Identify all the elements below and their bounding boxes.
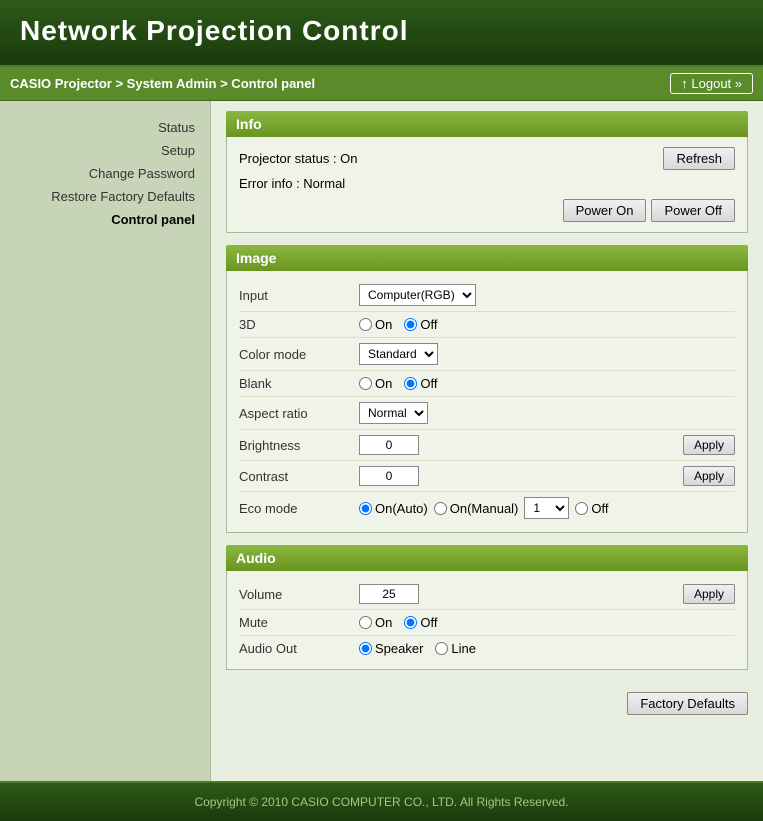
contrast-apply-button[interactable]: Apply	[683, 466, 735, 486]
breadcrumb-bar: CASIO Projector > System Admin > Control…	[0, 67, 763, 101]
info-section-header: Info	[226, 111, 748, 137]
audio-out-line-radio[interactable]	[435, 642, 448, 655]
factory-defaults-area: Factory Defaults	[226, 682, 748, 725]
aspect-ratio-select[interactable]: Normal 4:3 16:9 Full	[359, 402, 428, 424]
audio-out-field-row: Audio Out Speaker Line	[239, 636, 735, 661]
brightness-control: Apply	[359, 435, 735, 455]
audio-out-speaker-radio[interactable]	[359, 642, 372, 655]
audio-section-header: Audio	[226, 545, 748, 571]
image-section: Image Input Computer(RGB) HDMI Video	[226, 245, 748, 533]
image-body: Input Computer(RGB) HDMI Video 3D	[226, 271, 748, 533]
audio-section: Audio Volume Apply Mute On	[226, 545, 748, 670]
brightness-apply-button[interactable]: Apply	[683, 435, 735, 455]
eco-mode-manual-radio[interactable]	[434, 502, 447, 515]
3d-field-row: 3D On Off	[239, 312, 735, 338]
volume-label: Volume	[239, 587, 359, 602]
breadcrumb: CASIO Projector > System Admin > Control…	[10, 76, 315, 91]
contrast-control: Apply	[359, 466, 735, 486]
eco-mode-auto-option[interactable]: On(Auto)	[359, 501, 428, 516]
eco-mode-field-row: Eco mode On(Auto) On(Manual) 1 2	[239, 492, 735, 524]
mute-field-row: Mute On Off	[239, 610, 735, 636]
eco-mode-off-radio[interactable]	[575, 502, 588, 515]
mute-off-radio[interactable]	[404, 616, 417, 629]
main-layout: Status Setup Change Password Restore Fac…	[0, 101, 763, 781]
3d-off-option[interactable]: Off	[404, 317, 437, 332]
refresh-button[interactable]: Refresh	[663, 147, 735, 170]
blank-control: On Off	[359, 376, 735, 391]
footer: Copyright © 2010 CASIO COMPUTER CO., LTD…	[0, 781, 763, 821]
sidebar-item-status[interactable]: Status	[0, 116, 210, 139]
3d-on-option[interactable]: On	[359, 317, 392, 332]
blank-on-radio[interactable]	[359, 377, 372, 390]
color-mode-control: Standard Vivid Cinema	[359, 343, 735, 365]
mute-label: Mute	[239, 615, 359, 630]
input-field-row: Input Computer(RGB) HDMI Video	[239, 279, 735, 312]
projector-status-text: Projector status : On	[239, 151, 358, 166]
brightness-field-row: Brightness Apply	[239, 430, 735, 461]
power-buttons-row: Power On Power Off	[239, 199, 735, 222]
sidebar-item-restore-factory[interactable]: Restore Factory Defaults	[0, 185, 210, 208]
factory-defaults-button[interactable]: Factory Defaults	[627, 692, 748, 715]
info-body: Projector status : On Refresh Error info…	[226, 137, 748, 233]
volume-field-row: Volume Apply	[239, 579, 735, 610]
mute-control: On Off	[359, 615, 735, 630]
audio-out-control: Speaker Line	[359, 641, 735, 656]
audio-out-label: Audio Out	[239, 641, 359, 656]
mute-on-radio[interactable]	[359, 616, 372, 629]
sidebar-item-change-password[interactable]: Change Password	[0, 162, 210, 185]
error-info-row: Error info : Normal	[239, 176, 735, 191]
projector-status-row: Projector status : On Refresh	[239, 147, 735, 170]
sidebar-item-control-panel[interactable]: Control panel	[0, 208, 210, 231]
eco-mode-manual-level-select[interactable]: 1 2 3	[524, 497, 569, 519]
audio-out-speaker-option[interactable]: Speaker	[359, 641, 423, 656]
power-on-button[interactable]: Power On	[563, 199, 647, 222]
content-area: Info Projector status : On Refresh Error…	[210, 101, 763, 781]
input-control: Computer(RGB) HDMI Video	[359, 284, 735, 306]
contrast-label: Contrast	[239, 469, 359, 484]
eco-mode-off-option[interactable]: Off	[575, 501, 608, 516]
volume-control: Apply	[359, 584, 735, 604]
info-section: Info Projector status : On Refresh Error…	[226, 111, 748, 233]
blank-label: Blank	[239, 376, 359, 391]
contrast-input[interactable]	[359, 466, 419, 486]
aspect-ratio-label: Aspect ratio	[239, 406, 359, 421]
mute-off-option[interactable]: Off	[404, 615, 437, 630]
aspect-ratio-field-row: Aspect ratio Normal 4:3 16:9 Full	[239, 397, 735, 430]
eco-mode-control: On(Auto) On(Manual) 1 2 3	[359, 497, 735, 519]
mute-on-option[interactable]: On	[359, 615, 392, 630]
header: Network Projection Control	[0, 0, 763, 67]
blank-on-option[interactable]: On	[359, 376, 392, 391]
eco-mode-label: Eco mode	[239, 501, 359, 516]
aspect-ratio-control: Normal 4:3 16:9 Full	[359, 402, 735, 424]
input-label: Input	[239, 288, 359, 303]
power-off-button[interactable]: Power Off	[651, 199, 735, 222]
3d-off-radio[interactable]	[404, 318, 417, 331]
color-mode-field-row: Color mode Standard Vivid Cinema	[239, 338, 735, 371]
sidebar-item-setup[interactable]: Setup	[0, 139, 210, 162]
audio-body: Volume Apply Mute On	[226, 571, 748, 670]
color-mode-label: Color mode	[239, 347, 359, 362]
volume-input[interactable]	[359, 584, 419, 604]
input-select[interactable]: Computer(RGB) HDMI Video	[359, 284, 476, 306]
color-mode-select[interactable]: Standard Vivid Cinema	[359, 343, 438, 365]
error-info-text: Error info : Normal	[239, 176, 345, 191]
3d-control: On Off	[359, 317, 735, 332]
brightness-label: Brightness	[239, 438, 359, 453]
contrast-field-row: Contrast Apply	[239, 461, 735, 492]
blank-off-radio[interactable]	[404, 377, 417, 390]
app-title: Network Projection Control	[20, 15, 743, 47]
audio-out-line-option[interactable]: Line	[435, 641, 476, 656]
sidebar: Status Setup Change Password Restore Fac…	[0, 101, 210, 781]
eco-mode-manual-option[interactable]: On(Manual)	[434, 501, 519, 516]
image-section-header: Image	[226, 245, 748, 271]
eco-mode-auto-radio[interactable]	[359, 502, 372, 515]
3d-label: 3D	[239, 317, 359, 332]
blank-off-option[interactable]: Off	[404, 376, 437, 391]
logout-button[interactable]: ↑ Logout »	[670, 73, 753, 94]
footer-text: Copyright © 2010 CASIO COMPUTER CO., LTD…	[194, 795, 568, 809]
3d-on-radio[interactable]	[359, 318, 372, 331]
brightness-input[interactable]	[359, 435, 419, 455]
volume-apply-button[interactable]: Apply	[683, 584, 735, 604]
blank-field-row: Blank On Off	[239, 371, 735, 397]
